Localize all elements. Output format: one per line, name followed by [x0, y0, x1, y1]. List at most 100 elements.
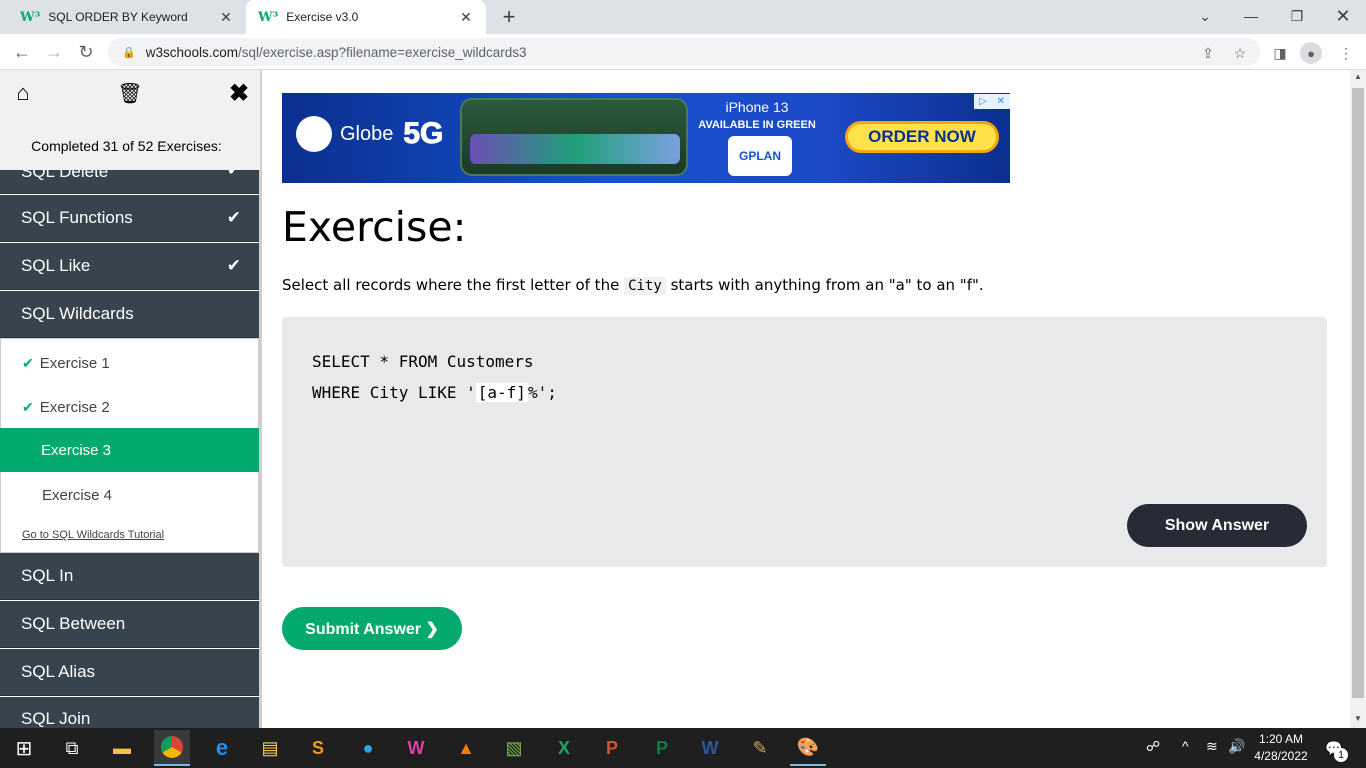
ad-phone-image — [460, 98, 688, 176]
clock-date: 4/28/2022 — [1254, 749, 1308, 763]
check-icon: ✔ — [226, 208, 241, 227]
volume-icon[interactable]: 🔊 — [1228, 738, 1245, 755]
lock-icon: 🔒 — [122, 46, 136, 59]
back-arrow-icon[interactable]: ← — [8, 38, 36, 66]
check-icon: ✔ — [22, 398, 34, 415]
close-sidebar-icon[interactable]: ✖ — [224, 78, 254, 108]
tool-app-icon[interactable]: ✎ — [742, 730, 778, 766]
code-text: WHERE City LIKE ' — [312, 383, 476, 402]
close-tab-icon[interactable]: ✕ — [458, 9, 474, 26]
exercise-label: Exercise 1 — [39, 354, 110, 372]
sidebar-header-overlay: ⌂ 🗑 ✖ Completed 31 of 52 Exercises: — [0, 70, 260, 170]
paint-icon[interactable]: 🎨 — [790, 730, 826, 766]
exercise-item-2[interactable]: ✔ Exercise 2 — [1, 385, 260, 429]
notification-badge: 1 — [1334, 748, 1348, 762]
sidebar-item-sql-functions[interactable]: SQL Functions ✔ — [0, 195, 259, 242]
tab-strip: W³ SQL ORDER BY Keyword ✕ W³ Exercise v3… — [0, 0, 1366, 34]
vlc-icon[interactable]: ▲ — [448, 730, 484, 766]
sidebar-item-label: SQL Between — [21, 614, 126, 633]
profile-avatar[interactable]: ● — [1300, 42, 1322, 64]
windows-start-icon[interactable]: ⊞ — [6, 730, 42, 766]
sidebar-item-sql-like[interactable]: SQL Like ✔ — [0, 243, 259, 290]
sidebar-item-label: SQL Alias — [21, 662, 96, 681]
wifi-icon[interactable]: ≋ — [1206, 738, 1218, 755]
task-view-icon[interactable]: ⧉ — [54, 730, 90, 766]
exercise-heading: Exercise: — [282, 203, 467, 251]
exercise-item-3[interactable]: Exercise 3 — [0, 428, 260, 472]
reload-icon[interactable]: ↻ — [72, 38, 100, 66]
notepad-icon[interactable]: ▤ — [252, 730, 288, 766]
wildcards-tutorial-link[interactable]: Go to SQL Wildcards Tutorial — [22, 529, 164, 541]
sidebar-item-sql-between[interactable]: SQL Between — [0, 601, 259, 648]
instruction-text: starts with anything from an "a" to an "… — [665, 276, 984, 294]
check-icon: ✔ — [22, 354, 34, 371]
file-explorer-icon[interactable]: ▬ — [104, 730, 140, 766]
url-host: w3schools.com — [145, 44, 238, 60]
exercise-instruction: Select all records where the first lette… — [282, 276, 984, 295]
ad-product-text: iPhone 13 — [725, 99, 789, 115]
scrollbar-thumb[interactable] — [1352, 88, 1364, 698]
ad-order-now-button[interactable]: ORDER NOW — [845, 121, 999, 153]
restore-button[interactable]: ❐ — [1274, 0, 1320, 32]
check-icon: ✔ — [226, 256, 241, 275]
share-icon[interactable]: ⇪ — [1198, 44, 1218, 62]
w3schools-favicon: W³ — [258, 9, 279, 25]
powerpoint-icon[interactable]: P — [594, 730, 630, 766]
sidebar-item-sql-alias[interactable]: SQL Alias — [0, 649, 259, 696]
sidebar-item-sql-join[interactable]: SQL Join — [0, 697, 259, 728]
address-bar[interactable]: 🔒 w3schools.com/sql/exercise.asp?filenam… — [108, 38, 1260, 66]
sidebar-item-label: SQL In — [21, 566, 74, 585]
edge-icon[interactable]: e — [204, 730, 240, 766]
wamp-icon[interactable]: W — [398, 730, 434, 766]
exercise-label: Exercise 4 — [42, 486, 113, 504]
exercise-item-1[interactable]: ✔ Exercise 1 — [1, 341, 260, 385]
trash-icon[interactable]: 🗑 — [115, 78, 145, 108]
sidebar-item-label: SQL Wildcards — [21, 304, 134, 323]
close-tab-icon[interactable]: ✕ — [218, 9, 234, 26]
tab-sql-order-by[interactable]: W³ SQL ORDER BY Keyword ✕ — [8, 0, 246, 34]
ad-product-name: iPhone 13 — [694, 99, 820, 115]
close-window-button[interactable]: ✕ — [1320, 0, 1366, 32]
sidebar-item-label: SQL Functions — [21, 208, 133, 227]
chart-app-icon[interactable]: ▧ — [496, 730, 532, 766]
scroll-up-icon[interactable]: ▲ — [1352, 72, 1364, 84]
clock-time: 1:20 AM — [1258, 732, 1304, 746]
browser-toolbar: ← → ↻ 🔒 w3schools.com/sql/exercise.asp?f… — [0, 34, 1366, 70]
side-panel-icon[interactable]: ◨ — [1270, 44, 1290, 62]
ad-brand: Globe 5G — [296, 116, 444, 152]
tray-chevron-icon[interactable]: ^ — [1182, 738, 1189, 754]
excel-icon[interactable]: X — [546, 730, 582, 766]
answer-input[interactable]: [a-f] — [475, 383, 528, 402]
show-answer-button[interactable]: Show Answer — [1127, 504, 1307, 547]
word-icon[interactable]: W — [692, 730, 728, 766]
ad-subtitle: AVAILABLE IN GREEN — [698, 119, 816, 131]
people-icon[interactable]: ☍ — [1146, 738, 1160, 755]
menu-dots-icon[interactable]: ⋮ — [1336, 44, 1356, 62]
forward-arrow-icon[interactable]: → — [40, 38, 68, 66]
tab-exercise[interactable]: W³ Exercise v3.0 ✕ — [246, 0, 486, 34]
new-tab-button[interactable]: + — [496, 4, 522, 30]
taskbar-clock[interactable]: 1:20 AM 4/28/2022 — [1248, 731, 1314, 765]
ad-choices-icon[interactable]: ▷ ✕ — [974, 94, 1010, 109]
exercise-item-4[interactable]: Exercise 4 — [1, 473, 260, 517]
instruction-text: Select all records where the first lette… — [282, 276, 625, 294]
scroll-down-icon[interactable]: ▼ — [1352, 714, 1364, 726]
submit-answer-button[interactable]: Submit Answer ❯ — [282, 607, 462, 650]
publisher-icon[interactable]: P — [644, 730, 680, 766]
sidebar-item-sql-wildcards[interactable]: SQL Wildcards — [0, 291, 259, 338]
minimize-button[interactable]: — — [1228, 0, 1274, 32]
blue-app-icon[interactable]: ● — [350, 730, 386, 766]
exercise-sublist: ✔ Exercise 1 ✔ Exercise 2 Exercise 3 Exe… — [0, 338, 260, 553]
code-line-2: WHERE City LIKE ' [a-f] %'; — [312, 383, 557, 402]
code-text: %'; — [527, 383, 557, 402]
sublime-text-icon[interactable]: S — [300, 730, 336, 766]
exercise-label: Exercise 2 — [39, 398, 110, 416]
ad-5g-logo: 5G — [403, 117, 444, 151]
ad-gplan-logo: GPLAN — [728, 136, 792, 176]
globe-logo-icon — [296, 116, 332, 152]
tab-search-icon[interactable]: ⌄ — [1182, 0, 1228, 32]
sidebar-item-sql-in[interactable]: SQL In — [0, 553, 259, 600]
home-icon[interactable]: ⌂ — [8, 78, 38, 108]
bookmark-star-icon[interactable]: ☆ — [1230, 44, 1250, 62]
chrome-icon[interactable] — [154, 730, 190, 766]
